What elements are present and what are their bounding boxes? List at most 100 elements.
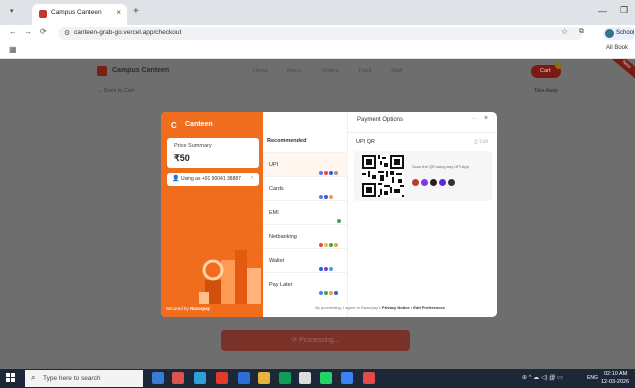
nav-home[interactable]: Home <box>253 68 268 74</box>
chrome-icon[interactable] <box>299 372 311 384</box>
method-label: Pay Later <box>269 282 293 288</box>
method-label: Netbanking <box>269 234 297 240</box>
url-text[interactable]: canteen-grab-go.vercel.app/checkout <box>74 29 181 36</box>
minimize-icon[interactable]: — <box>598 6 607 16</box>
upi-app-icon <box>412 179 419 186</box>
app-icon[interactable] <box>279 372 291 384</box>
url-input[interactable]: ⚙ canteen-grab-go.vercel.app/checkout 🔍 <box>58 27 614 40</box>
brand-name[interactable]: Campus Canteen <box>112 67 169 74</box>
system-tray[interactable]: ⊕ ^ ☁ ◁) ∰ ▭ <box>522 374 563 381</box>
new-tab-button[interactable]: + <box>133 6 139 17</box>
take-away-label[interactable]: Take Away <box>534 88 560 96</box>
upi-app-icon <box>448 179 455 186</box>
extensions-icon[interactable]: ⧉ <box>579 28 584 36</box>
price-summary-card: Price Summary ₹50 <box>167 138 259 168</box>
app-icon[interactable] <box>172 372 184 384</box>
method-label: EMI <box>269 210 279 216</box>
app-icon[interactable] <box>363 372 375 384</box>
windows-start-icon[interactable] <box>6 373 16 383</box>
method-label: Cards <box>269 186 284 192</box>
edge-icon[interactable] <box>194 372 206 384</box>
upi-qr-panel: UPI QR ⎙ Edit Scan the QR using any UPI … <box>349 133 497 317</box>
method-emi[interactable]: EMI <box>263 200 348 224</box>
merchant-name: Canteen <box>185 121 213 128</box>
tab-search-icon[interactable]: ▾ <box>10 7 14 15</box>
tab-campus-canteen[interactable]: Campus Canteen × <box>32 4 127 25</box>
pay-later-icons <box>319 282 339 300</box>
more-options-icon[interactable]: ··· <box>471 116 477 122</box>
method-netbanking[interactable]: Netbanking <box>263 224 348 248</box>
search-icon: ⌕ <box>31 373 36 382</box>
edit-link[interactable]: ⎙ Edit <box>474 139 488 145</box>
taskbar-search-input[interactable]: ⌕ Type here to search <box>25 370 143 387</box>
payment-modal: C Canteen Price Summary ₹50 👤 Using as +… <box>161 112 497 317</box>
recommended-label: Recommended <box>267 138 307 144</box>
all-bookmarks-link[interactable]: All Book <box>606 45 628 51</box>
windows-taskbar: ⌕ Type here to search ⊕ ^ ☁ ◁) ∰ ▭ ENG 0… <box>0 369 635 388</box>
qr-code-icon <box>362 155 404 197</box>
app-icon[interactable] <box>341 372 353 384</box>
back-icon[interactable]: ← <box>9 27 17 36</box>
restore-icon[interactable]: ❐ <box>620 5 628 16</box>
nav-menu[interactable]: Menu <box>287 68 301 74</box>
back-to-cart-link[interactable]: ← Back to Cart <box>97 88 134 94</box>
tab-favicon-icon <box>39 10 47 18</box>
address-bar-row: ← → ⟳ ⚙ canteen-grab-go.vercel.app/check… <box>0 25 635 42</box>
method-label: Wallet <box>269 258 285 264</box>
nav-orders[interactable]: Orders <box>322 68 339 74</box>
search-placeholder: Type here to search <box>43 375 101 382</box>
secured-by-text: Secured by Razorpay <box>166 306 210 311</box>
profile-chip[interactable]: School <box>603 27 635 40</box>
apps-grid-icon[interactable]: ▦ <box>9 45 17 54</box>
cart-label: Cart <box>540 68 551 74</box>
language-indicator[interactable]: ENG <box>587 375 598 381</box>
cart-count-badge <box>555 62 562 69</box>
tab-bar: ▾ Campus Canteen × + — ❐ <box>0 0 635 25</box>
processing-button[interactable]: ⟳ Processing... <box>221 330 410 351</box>
whatsapp-icon[interactable] <box>320 372 332 384</box>
page-overlay: Campus Canteen Home Menu Orders Track St… <box>0 59 635 369</box>
upi-app-icon <box>439 179 446 186</box>
decorative-blocks-illustration <box>199 250 261 304</box>
upi-app-icon <box>430 179 437 186</box>
close-tab-icon[interactable]: × <box>116 8 121 17</box>
reload-icon[interactable]: ⟳ <box>40 27 47 36</box>
qr-hint: Scan the QR using any UPI App <box>412 164 469 169</box>
merchant-logo: C <box>171 121 177 130</box>
consent-text: By proceeding, I agree to Razorpay's Pri… <box>263 305 497 310</box>
method-wallet[interactable]: Wallet <box>263 248 348 272</box>
bookmark-star-icon[interactable]: ☆ <box>561 27 568 36</box>
user-contact-row[interactable]: 👤 Using as +91 90041 38887 › <box>167 173 259 186</box>
app-icon[interactable] <box>216 372 228 384</box>
user-contact-text: Using as +91 90041 38887 <box>181 176 241 182</box>
method-cards[interactable]: Cards <box>263 176 348 200</box>
method-pay-later[interactable]: Pay Later <box>263 272 348 296</box>
forward-icon[interactable]: → <box>24 27 32 36</box>
nav-track[interactable]: Track <box>358 68 372 74</box>
file-explorer-icon[interactable] <box>258 372 270 384</box>
clock-time[interactable]: 02:10 AM <box>604 371 627 377</box>
privacy-notice-link[interactable]: Privacy Notice • Edit Preferences <box>382 305 445 310</box>
chevron-right-icon: › <box>251 175 253 181</box>
corner-ribbon: New <box>610 59 635 84</box>
tab-title: Campus Canteen <box>51 9 102 16</box>
nav-staff[interactable]: Staff <box>391 68 402 74</box>
method-upi[interactable]: UPI <box>263 152 348 176</box>
processing-label: ⟳ Processing... <box>291 337 340 344</box>
secured-by-label: Secured by <box>166 306 189 311</box>
task-view-icon[interactable] <box>152 372 164 384</box>
site-info-icon[interactable]: ⚙ <box>64 29 70 37</box>
payment-methods-list: Recommended UPI Cards EMI Netbanking Wal… <box>263 112 348 317</box>
qr-card: Scan the QR using any UPI App <box>354 151 492 201</box>
razorpay-brand: Razorpay <box>190 306 211 311</box>
upi-app-icon <box>421 179 428 186</box>
close-icon[interactable]: × <box>484 115 488 122</box>
upi-qr-label: UPI QR <box>356 139 375 145</box>
method-label: UPI <box>269 162 279 168</box>
consent-prefix: By proceeding, I agree to Razorpay's <box>315 305 381 310</box>
ribbon-text: New <box>620 59 633 71</box>
store-icon[interactable] <box>238 372 250 384</box>
clock-date[interactable]: 12-03-2026 <box>601 379 629 385</box>
canteen-logo-icon <box>97 66 107 76</box>
avatar <box>605 29 614 38</box>
